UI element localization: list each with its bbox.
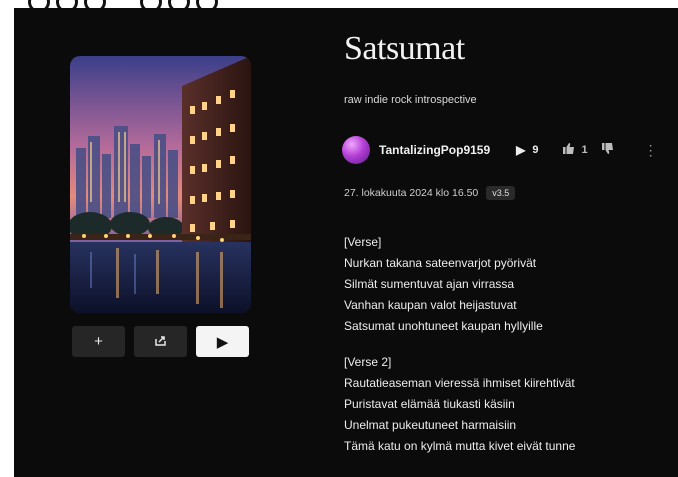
lyric-line: Tämä katu on kylmä mutta kivet eivät tun… bbox=[344, 439, 576, 453]
add-button[interactable]: + bbox=[72, 326, 125, 357]
thumbs-up-icon bbox=[562, 143, 575, 157]
play-count-icon: ▶ bbox=[516, 143, 526, 157]
thumbs-down-icon bbox=[601, 143, 614, 157]
lyric-line: Unelmat pukeutuneet harmaisiin bbox=[344, 418, 517, 432]
lyric-line: Vanhan kaupan valot heijastuvat bbox=[344, 298, 517, 312]
plus-icon: + bbox=[94, 333, 103, 350]
share-icon bbox=[155, 333, 166, 350]
lyric-line: Nurkan takana sateenvarjot pyörivät bbox=[344, 256, 537, 270]
more-vertical-icon: ⋮ bbox=[643, 141, 658, 158]
play-count-value: 9 bbox=[532, 144, 539, 156]
verse-label: [Verse 2] bbox=[344, 355, 392, 369]
version-badge: v3.5 bbox=[486, 186, 516, 200]
like-count: 1 bbox=[581, 144, 588, 156]
cover-art[interactable] bbox=[70, 56, 251, 313]
meta-row: 27. lokakuuta 2024 klo 16.50 v3.5 bbox=[344, 186, 516, 200]
artist-row: TantalizingPop9159 ▶ 9 1 ⋮ bbox=[342, 134, 662, 166]
play-button[interactable]: ▶ bbox=[196, 326, 249, 357]
share-button[interactable] bbox=[134, 326, 187, 357]
lyric-line: Satsumat unohtuneet kaupan hyllyille bbox=[344, 319, 543, 333]
song-actions: + ▶ bbox=[72, 326, 249, 357]
like-button[interactable]: 1 bbox=[562, 143, 588, 157]
lyric-line: Silmät sumentuvat ajan virrassa bbox=[344, 277, 515, 291]
more-button[interactable]: ⋮ bbox=[644, 142, 658, 159]
lyric-line: Rautatieaseman vieressä ihmiset kiirehti… bbox=[344, 376, 575, 390]
lyrics: [Verse] Nurkan takana sateenvarjot pyöri… bbox=[344, 232, 575, 457]
song-page: + ▶ Satsumat raw indie rock introspectiv… bbox=[14, 8, 678, 477]
play-icon: ▶ bbox=[216, 333, 229, 351]
cover-art-image bbox=[70, 56, 251, 313]
song-style: raw indie rock introspective bbox=[344, 94, 477, 106]
created-date: 27. lokakuuta 2024 klo 16.50 bbox=[344, 187, 479, 199]
play-count: ▶ 9 bbox=[516, 143, 538, 157]
stanza-gap bbox=[344, 337, 575, 352]
artist-name[interactable]: TantalizingPop9159 bbox=[379, 143, 490, 157]
song-title: Satsumat bbox=[344, 30, 465, 67]
avatar[interactable] bbox=[342, 136, 370, 164]
dislike-button[interactable] bbox=[601, 143, 614, 157]
verse-label: [Verse] bbox=[344, 235, 382, 249]
lyric-line: Puristavat elämää tiukasti käsiin bbox=[344, 397, 515, 411]
